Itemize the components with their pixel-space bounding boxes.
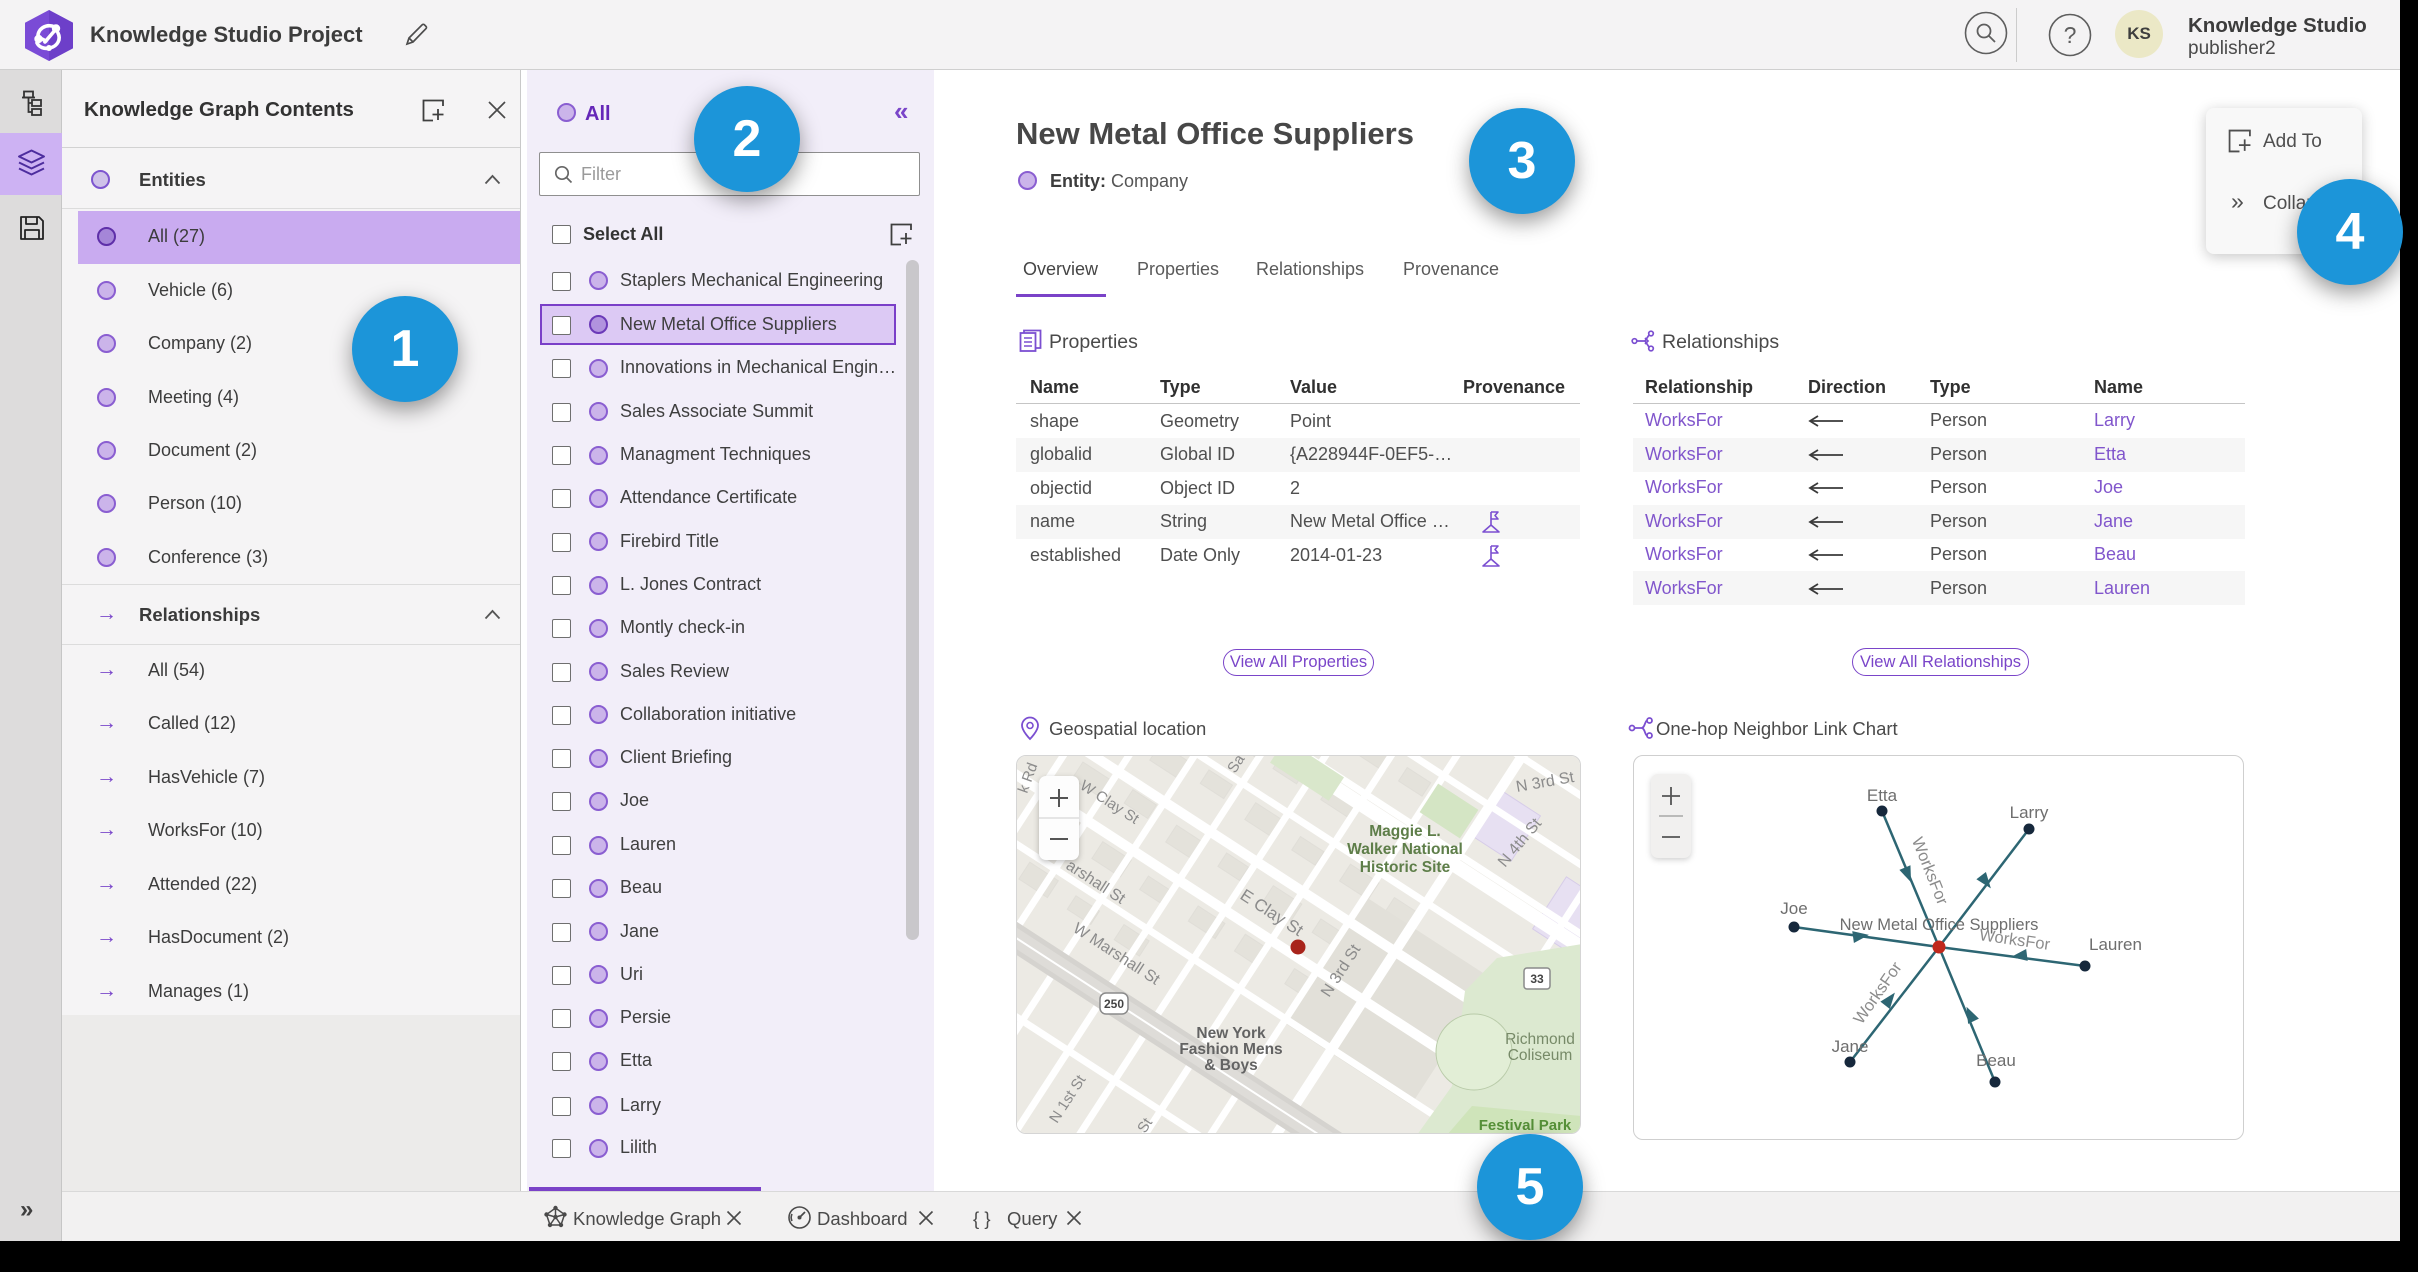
svg-text:250: 250 (1104, 997, 1124, 1011)
svg-text:WorksFor: WorksFor (1978, 926, 2052, 954)
svg-text:Jane: Jane (1832, 1037, 1869, 1056)
svg-text:Fashion Mens: Fashion Mens (1179, 1041, 1282, 1058)
svg-text:Etta: Etta (1867, 786, 1898, 805)
svg-text:Walker National: Walker National (1347, 841, 1463, 858)
svg-text:WorksFor: WorksFor (1850, 958, 1906, 1027)
svg-text:?: ? (2064, 22, 2077, 48)
svg-text:& Boys: & Boys (1204, 1057, 1257, 1074)
svg-text:Coliseum: Coliseum (1508, 1047, 1573, 1064)
svg-text:Historic Site: Historic Site (1360, 859, 1451, 876)
svg-text:Festival Park: Festival Park (1479, 1117, 1572, 1134)
svg-text:Larry: Larry (2010, 803, 2049, 822)
svg-text:Richmond: Richmond (1505, 1031, 1575, 1048)
svg-text:WorksFor: WorksFor (1908, 835, 1952, 908)
svg-text:Beau: Beau (1976, 1051, 2016, 1070)
svg-text:Maggie L.: Maggie L. (1369, 823, 1440, 840)
svg-text:Lauren: Lauren (2089, 935, 2142, 954)
svg-text:Joe: Joe (1780, 899, 1807, 918)
svg-text:New York: New York (1196, 1025, 1266, 1042)
svg-text:33: 33 (1530, 972, 1544, 986)
